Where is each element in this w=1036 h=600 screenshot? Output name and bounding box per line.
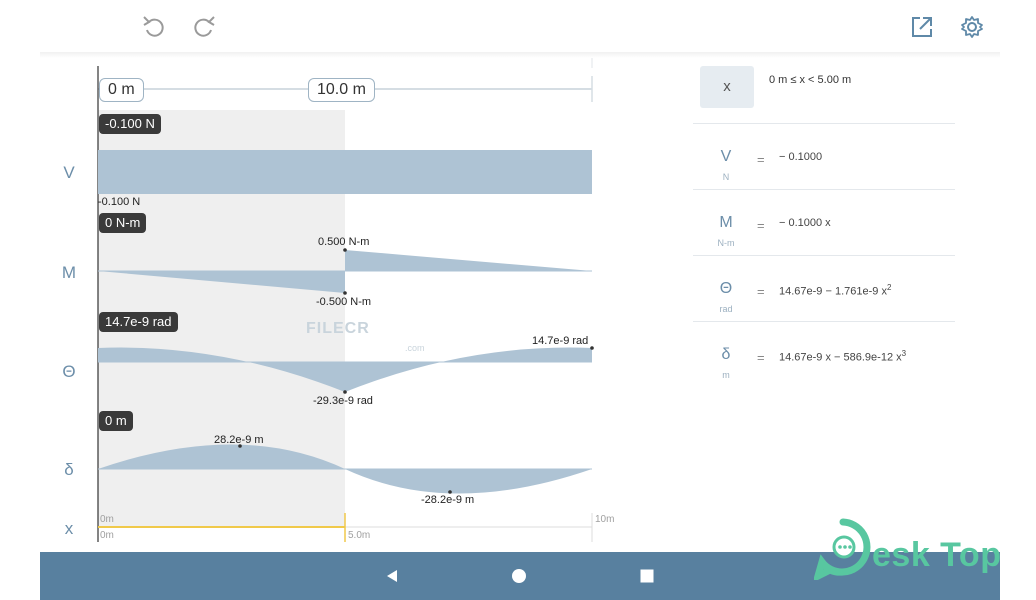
recents-square-icon[interactable] xyxy=(635,564,659,588)
moment-value-badge: 0 N-m xyxy=(99,213,147,233)
moment-equation-symbol: M xyxy=(719,214,733,231)
home-circle-icon[interactable] xyxy=(507,564,531,588)
shear-value-badge: -0.100 N xyxy=(99,114,161,134)
rotation-equation-unit: rad xyxy=(719,304,733,314)
equations-panel: x 0 m ≤ x < 5.00 m V N = − 0.1000 M N-m … xyxy=(693,56,955,396)
x-variable-button[interactable]: x xyxy=(700,66,754,108)
deflection-value-badge: 0 m xyxy=(99,411,133,431)
beam-diagram[interactable]: 0 m 10.0 m V M Θ δ x -0.100 N 0 N-m 14.7… xyxy=(0,56,680,552)
filecr-watermark: FILECR xyxy=(306,320,370,337)
deflection-equation-expression: 14.67e-9 x − 586.9e-12 x3 xyxy=(779,349,906,364)
x-range-label: 0 m ≤ x < 5.00 m xyxy=(769,74,852,86)
panel-divider xyxy=(693,255,955,256)
rotation-min-value: -29.3e-9 rad xyxy=(313,395,373,407)
panel-divider xyxy=(693,321,955,322)
deflection-row-label: δ xyxy=(64,460,74,479)
x-tick-start-top: 0m xyxy=(100,514,114,525)
moment-max-value: 0.500 N-m xyxy=(318,236,370,248)
x-row-label: x xyxy=(64,519,74,538)
desktop-watermark-logo xyxy=(812,518,872,585)
rotation-equation-equals: = xyxy=(757,284,765,299)
gear-icon[interactable] xyxy=(958,13,986,41)
rotation-equation-expression: 14.67e-9 − 1.761e-9 x2 xyxy=(779,283,891,298)
shear-row-label: V xyxy=(63,163,75,182)
rotation-min-point xyxy=(343,390,347,394)
rotation-equation-symbol: Θ xyxy=(719,280,733,297)
deflection-equation-exponent: 3 xyxy=(901,349,907,358)
top-toolbar xyxy=(0,0,1036,58)
back-triangle-icon[interactable] xyxy=(380,564,404,588)
x-tick-start-bottom: 0m xyxy=(100,530,114,541)
rotation-equation-exponent: 2 xyxy=(886,283,892,292)
panel-divider xyxy=(693,123,955,124)
shear-equation-equals: = xyxy=(757,152,765,167)
deflection-fill-right xyxy=(345,469,592,494)
share-icon[interactable] xyxy=(908,13,936,41)
shear-equation-unit: N xyxy=(722,172,730,182)
moment-fill-right xyxy=(345,250,592,271)
shear-equation-symbol: V xyxy=(720,148,732,165)
beam-start-position[interactable]: 0 m xyxy=(99,78,144,102)
desktop-watermark-text: esk Top xyxy=(872,536,1002,574)
deflection-equation-text: 14.67e-9 x − 586.9e-12 x xyxy=(779,351,902,364)
redo-icon[interactable] xyxy=(190,12,218,40)
moment-min-value: -0.500 N-m xyxy=(316,296,372,308)
moment-row-label: M xyxy=(61,263,77,282)
filecr-watermark-suffix: .com xyxy=(405,343,425,353)
moment-min-point xyxy=(343,291,347,295)
deflection-max-value: 28.2e-9 m xyxy=(214,434,264,446)
moment-equation-expression: − 0.1000 x xyxy=(779,217,831,229)
moment-max-point xyxy=(343,248,347,252)
deflection-equation-unit: m xyxy=(722,370,730,380)
shear-diagram-fill xyxy=(98,150,592,194)
deflection-equation-equals: = xyxy=(757,350,765,365)
deflection-equation-symbol: δ xyxy=(721,346,731,363)
panel-divider xyxy=(693,189,955,190)
moment-equation-equals: = xyxy=(757,218,765,233)
shear-end-value: -0.100 N xyxy=(98,196,141,208)
rotation-value-badge: 14.7e-9 rad xyxy=(99,312,178,332)
rotation-end-value: 14.7e-9 rad xyxy=(532,335,589,347)
rotation-end-point xyxy=(590,346,594,350)
rotation-fill-right xyxy=(345,347,592,392)
deflection-min-value: -28.2e-9 m xyxy=(421,494,475,506)
x-tick-selection-bottom: 5.0m xyxy=(348,530,371,541)
moment-equation-unit: N-m xyxy=(717,238,735,248)
beam-calculator-app: 0 m 10.0 m V M Θ δ x -0.100 N 0 N-m 14.7… xyxy=(0,0,1036,600)
shear-equation-expression: − 0.1000 xyxy=(779,151,823,163)
beam-end-position[interactable]: 10.0 m xyxy=(308,78,375,102)
undo-icon[interactable] xyxy=(140,12,168,40)
rotation-row-label: Θ xyxy=(62,362,76,381)
rotation-equation-text: 14.67e-9 − 1.761e-9 x xyxy=(779,285,887,298)
x-tick-end-top: 10m xyxy=(595,514,615,525)
